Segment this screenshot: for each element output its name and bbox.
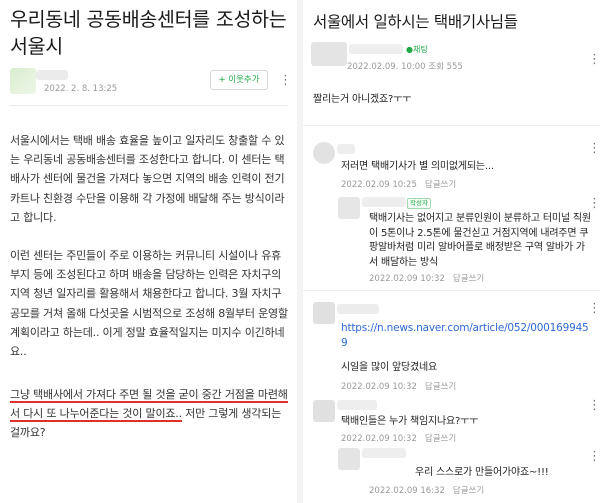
post-title: 우리동네 공동배송센터를 조성하는 서울시 — [10, 8, 287, 58]
reply-link[interactable]: 답글쓰기 — [425, 382, 456, 392]
cafe-author-avatar[interactable] — [311, 42, 347, 66]
blog-post-panel: 우리동네 공동배송센터를 조성하는 서울시 2022. 2. 8. 13:25 … — [0, 0, 297, 503]
commenter-avatar[interactable] — [338, 448, 360, 470]
cafe-post-title: 서울에서 일하시는 택배기사님들 — [313, 13, 518, 31]
kebab-icon[interactable]: ⋮ — [588, 450, 600, 463]
commenter-name-blurred[interactable] — [337, 304, 379, 314]
comment-4-date: 2022.02.09 10:32 답글쓰기 — [341, 434, 457, 444]
comment-2-date: 2022.02.09 10:32 답글쓰기 — [369, 274, 485, 284]
author-name-blurred[interactable] — [36, 70, 68, 80]
news-link[interactable]: https://n.news.naver.com/article/052/000… — [341, 321, 593, 350]
comment-3-date: 2022.02.09 10:32 답글쓰기 — [341, 382, 457, 392]
chat-badge[interactable]: ●채팅 — [406, 44, 428, 55]
commenter-name-blurred[interactable] — [362, 448, 406, 458]
reply-link[interactable]: 답글쓰기 — [425, 434, 456, 444]
kebab-icon[interactable]: ⋮ — [588, 399, 600, 412]
kebab-icon[interactable]: ⋮ — [279, 74, 292, 87]
writer-avatar[interactable] — [338, 197, 360, 219]
cafe-post-text: 짤리는거 아니겠죠?ㅜㅜ — [313, 94, 412, 105]
reply-link[interactable]: 답글쓰기 — [453, 274, 484, 284]
paragraph-3: 그냥 택배사에서 가져다 주면 될 것을 굳이 중간 거점을 마련해서 다시 또… — [10, 385, 290, 443]
reply-link[interactable]: 답글쓰기 — [453, 486, 484, 496]
comment-3-text: 시일을 많이 앞당겼네요 — [341, 362, 437, 373]
commenter-avatar[interactable] — [313, 400, 335, 422]
writer-name-blurred[interactable] — [362, 197, 406, 207]
commenter-name-blurred[interactable] — [337, 144, 355, 154]
comment-1-date: 2022.02.09 10:25 답글쓰기 — [341, 180, 457, 190]
author-avatar[interactable] — [10, 68, 36, 94]
paragraph-1: 서울시에서는 택배 배송 효율을 높이고 일자리도 창출할 수 있는 우리동네 … — [10, 134, 285, 224]
kebab-icon[interactable]: ⋮ — [588, 197, 600, 210]
divider — [10, 105, 288, 106]
writer-badge: 작성자 — [407, 198, 431, 209]
post-date: 2022. 2. 8. 13:25 — [44, 84, 118, 94]
kebab-icon[interactable]: ⋮ — [588, 302, 600, 315]
follow-button[interactable]: + 이웃추가 — [210, 70, 268, 90]
paragraph-2: 이런 센터는 주민들이 주로 이용하는 커뮤니티 시설이나 유휴부지 등에 조성… — [10, 249, 288, 359]
comment-4-text: 택배인들은 누가 책임지나요?ㅜㅜ — [341, 416, 479, 427]
divider — [303, 125, 600, 126]
comment-2-text: 택배기사는 없어지고 분류인원이 분류하고 터미널 직원이 5톤이나 2.5톤에… — [369, 213, 591, 268]
divider — [303, 290, 600, 291]
cafe-post-panel: 서울에서 일하시는 택배기사님들 ●채팅 2022.02.09. 10:00 조… — [303, 0, 600, 503]
comment-1-text: 저러면 택배기사가 별 의미없게되는... — [341, 161, 494, 172]
commenter-name-blurred[interactable] — [337, 400, 377, 410]
reply-link[interactable]: 답글쓰기 — [425, 180, 456, 190]
cafe-post-meta: 2022.02.09. 10:00 조회 555 — [347, 62, 463, 72]
cafe-author-name-blurred[interactable] — [349, 44, 403, 54]
commenter-avatar[interactable] — [313, 302, 335, 324]
commenter-avatar[interactable] — [313, 142, 335, 164]
kebab-icon[interactable]: ⋮ — [588, 53, 600, 66]
comment-5-text: 우리 스스로가 만들어가야죠~!!! — [415, 467, 549, 478]
kebab-icon[interactable]: ⋮ — [588, 142, 600, 155]
comment-5-date: 2022.02.09 16:32 답글쓰기 — [369, 486, 485, 496]
